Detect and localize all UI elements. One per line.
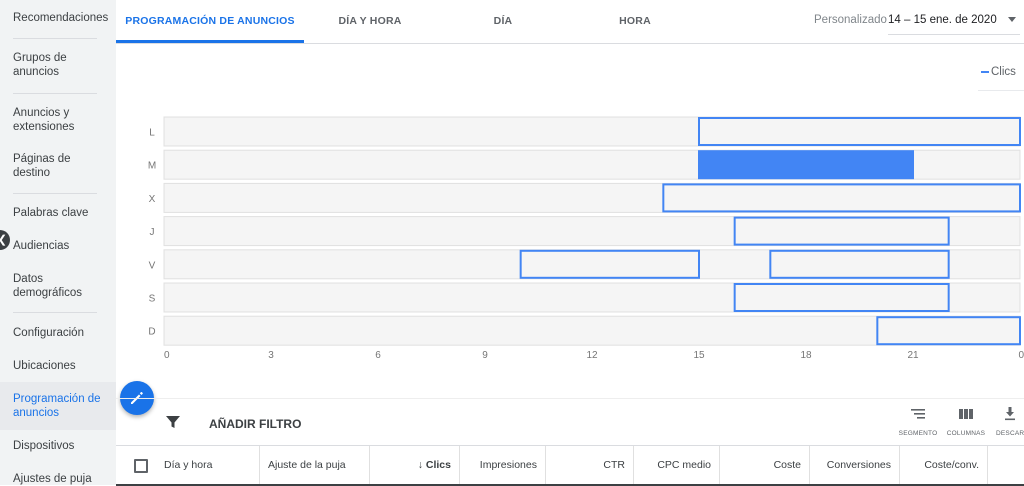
sidebar-nav: Recomendaciones Grupos de anuncios Anunc…	[0, 0, 116, 485]
columns-icon	[959, 409, 973, 419]
table-toolbar: AÑADIR FILTRO SEGMENTO COLUMNAS DESCAR	[116, 398, 1024, 446]
schedule-row-track	[163, 282, 1021, 313]
columns-button[interactable]: COLUMNAS	[946, 407, 986, 437]
filter-icon[interactable]	[166, 415, 180, 429]
column-header-conversiones[interactable]: Conversiones	[810, 446, 900, 486]
schedule-row-track	[163, 315, 1021, 346]
add-filter-button[interactable]: AÑADIR FILTRO	[209, 417, 301, 431]
sidebar-item-programacion[interactable]: Programación de anuncios	[13, 392, 109, 420]
sidebar-item-datos[interactable]: Datos demográficos	[13, 272, 109, 300]
sidebar-divider	[13, 193, 97, 194]
column-header-impresiones[interactable]: Impresiones	[460, 446, 546, 486]
day-label: D	[148, 327, 155, 338]
column-header-coste[interactable]: Coste	[720, 446, 810, 486]
day-label: M	[148, 161, 156, 172]
chevron-left-icon: ❮	[0, 234, 7, 246]
sidebar-divider	[13, 93, 97, 94]
sidebar-item-dispositivos[interactable]: Dispositivos	[13, 439, 109, 453]
metric-label: Clics	[991, 66, 1016, 78]
x-tick-label: 12	[586, 350, 598, 361]
x-tick-label: 3	[268, 350, 274, 361]
sidebar-item-ajustes-puja[interactable]: Ajustes de puja	[13, 472, 109, 486]
x-tick-label: 0	[1018, 350, 1024, 361]
segment-button[interactable]: SEGMENTO	[898, 407, 938, 437]
sidebar-item-grupos[interactable]: Grupos de anuncios	[13, 51, 109, 79]
sidebar-item-configuracion[interactable]: Configuración	[13, 326, 109, 340]
sidebar-item-anuncios[interactable]: Anuncios y extensiones	[13, 106, 109, 134]
column-header-ajuste-puja[interactable]: Ajuste de la puja	[260, 446, 370, 486]
sidebar-item-paginas[interactable]: Páginas de destino	[13, 152, 109, 180]
sidebar-item-audiencias[interactable]: Audiencias	[13, 239, 109, 253]
tab-active-indicator	[116, 40, 304, 43]
download-button[interactable]: DESCAR	[996, 407, 1024, 437]
x-tick-label: 0	[164, 350, 170, 361]
metric-swatch	[981, 71, 989, 73]
sidebar-divider	[13, 312, 97, 313]
date-range-selector[interactable]: 14 – 15 ene. de 2020	[888, 14, 997, 26]
schedule-row-track	[163, 116, 1021, 147]
table-header: Día y hora Ajuste de la puja ↓ Clics Imp…	[116, 445, 1024, 486]
x-tick-label: 18	[800, 350, 812, 361]
segment-label: SEGMENTO	[898, 430, 938, 437]
x-tick-label: 15	[693, 350, 705, 361]
segment-icon	[911, 409, 925, 419]
columns-label: COLUMNAS	[946, 430, 986, 437]
tab-dia[interactable]: DÍA	[443, 0, 563, 43]
day-label: X	[149, 194, 156, 205]
schedule-block	[698, 150, 914, 180]
metric-selector[interactable]: Clics	[978, 60, 1024, 91]
schedule-row-track	[163, 182, 1021, 213]
column-header-coste-conv[interactable]: Coste/conv.	[900, 446, 988, 486]
dropdown-caret-icon[interactable]	[1008, 17, 1016, 22]
x-tick-label: 21	[907, 350, 919, 361]
x-tick-label: 6	[375, 350, 381, 361]
schedule-row-track	[163, 216, 1021, 247]
x-tick-label: 9	[482, 350, 488, 361]
sidebar-item-palabras[interactable]: Palabras clave	[13, 206, 109, 220]
day-label: V	[149, 260, 156, 271]
date-range-label: Personalizado	[814, 14, 887, 26]
day-label: L	[149, 128, 155, 139]
day-label: S	[149, 294, 156, 305]
column-header-dia-hora[interactable]: Día y hora	[156, 446, 260, 486]
date-range-underline	[888, 34, 1020, 35]
download-icon	[1005, 407, 1015, 421]
select-all-checkbox[interactable]	[134, 459, 148, 473]
tab-programacion[interactable]: PROGRAMACIÓN DE ANUNCIOS	[116, 0, 304, 43]
download-label: DESCAR	[996, 430, 1024, 437]
sidebar-item-ubicaciones[interactable]: Ubicaciones	[13, 359, 109, 373]
schedule-row-track	[163, 249, 1021, 280]
schedule-chart: L M X J V S D 0 3 6 9 12 15 18 21 0	[148, 116, 1024, 361]
tab-dia-hora[interactable]: DÍA Y HORA	[310, 0, 430, 43]
sidebar-item-recomendaciones[interactable]: Recomendaciones	[13, 11, 109, 25]
sort-arrow-icon: ↓	[417, 459, 423, 471]
column-header-clics-label: Clics	[425, 459, 451, 471]
column-header-ctr[interactable]: CTR	[546, 446, 634, 486]
tab-hora[interactable]: HORA	[575, 0, 695, 43]
column-header-clics[interactable]: ↓ Clics	[370, 446, 460, 486]
column-header-cpc-medio[interactable]: CPC medio	[634, 446, 720, 486]
day-label: J	[150, 227, 155, 238]
sidebar-divider	[13, 38, 97, 39]
